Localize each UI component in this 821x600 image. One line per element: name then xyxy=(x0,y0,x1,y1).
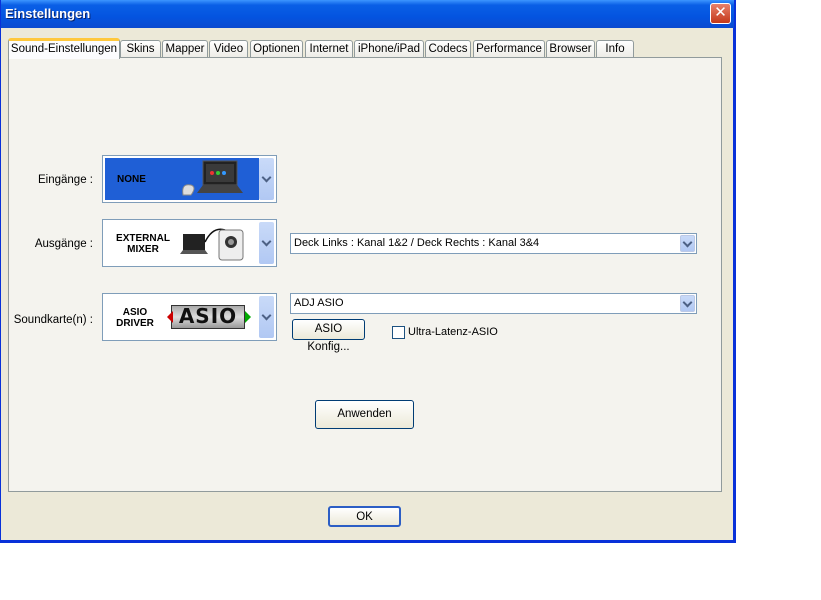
tab-mapper[interactable]: Mapper xyxy=(162,40,208,58)
chevron-down-icon xyxy=(261,236,272,247)
inputs-label: Eingänge : xyxy=(38,174,93,186)
inputs-dropdown-arrow[interactable] xyxy=(259,158,274,200)
mixer-icon xyxy=(180,228,244,261)
asio-driver-value: ADJ ASIO xyxy=(294,297,344,309)
tab-skins[interactable]: Skins xyxy=(120,40,161,58)
laptop-icon xyxy=(182,160,243,196)
soundcard-dropdown-arrow[interactable] xyxy=(259,296,274,338)
apply-button[interactable]: Anwenden xyxy=(315,400,414,429)
tab-info[interactable]: Info xyxy=(596,40,634,58)
chevron-down-icon xyxy=(261,310,272,321)
output-routing-value: Deck Links : Kanal 1&2 / Deck Rechts : K… xyxy=(294,237,540,249)
logo-left-marker xyxy=(167,311,173,323)
tab-browser[interactable]: Browser xyxy=(546,40,595,58)
sound-settings-panel: Eingänge : NONE Ausgänge : EXTERNAL MIXE… xyxy=(8,57,722,492)
outputs-image-text: EXTERNAL MIXER xyxy=(116,233,170,255)
tab-options[interactable]: Optionen xyxy=(250,40,303,58)
tab-video[interactable]: Video xyxy=(209,40,248,58)
title-bar[interactable]: Einstellungen ✕ xyxy=(1,0,734,28)
window-title: Einstellungen xyxy=(5,6,91,21)
ultra-latency-label: Ultra-Latenz-ASIO xyxy=(408,326,498,338)
tab-sound-settings[interactable]: Sound-Einstellungen xyxy=(8,38,120,59)
chevron-down-icon xyxy=(261,172,272,183)
tab-internet[interactable]: Internet xyxy=(305,40,353,58)
inputs-selector[interactable]: NONE xyxy=(102,155,277,203)
ultra-latency-checkbox[interactable] xyxy=(392,326,405,339)
soundcard-image-text: ASIO DRIVER xyxy=(116,307,154,329)
inputs-image: NONE xyxy=(105,158,259,200)
asio-config-button[interactable]: ASIO Konfig... xyxy=(292,319,365,353)
settings-window: Einstellungen ✕ Sound-Einstellungen Skin… xyxy=(0,0,736,543)
close-icon: ✕ xyxy=(714,4,727,21)
outputs-image: EXTERNAL MIXER xyxy=(105,222,259,264)
tab-iphone-ipad[interactable]: iPhone/iPad xyxy=(354,40,424,58)
asio-driver-select[interactable]: ADJ ASIO xyxy=(290,293,697,314)
ok-button[interactable]: OK xyxy=(328,506,401,527)
outputs-label: Ausgänge : xyxy=(34,238,93,250)
output-routing-select[interactable]: Deck Links : Kanal 1&2 / Deck Rechts : K… xyxy=(290,233,697,254)
tab-codecs[interactable]: Codecs xyxy=(425,40,471,58)
inputs-image-text: NONE xyxy=(117,174,146,185)
logo-right-marker xyxy=(245,311,251,323)
soundcard-selector[interactable]: ASIO DRIVER ASIO xyxy=(102,293,277,341)
soundcard-image: ASIO DRIVER ASIO xyxy=(105,296,259,338)
close-button[interactable]: ✕ xyxy=(710,3,731,24)
outputs-dropdown-arrow[interactable] xyxy=(259,222,274,264)
outputs-selector[interactable]: EXTERNAL MIXER xyxy=(102,219,277,267)
asio-logo: ASIO xyxy=(171,305,245,329)
output-routing-dropdown-arrow[interactable] xyxy=(680,235,695,252)
soundcard-label: Soundkarte(n) : xyxy=(13,314,93,326)
chevron-down-icon xyxy=(682,297,693,307)
tab-performance[interactable]: Performance xyxy=(473,40,545,58)
chevron-down-icon xyxy=(682,237,693,247)
asio-driver-dropdown-arrow[interactable] xyxy=(680,295,695,312)
